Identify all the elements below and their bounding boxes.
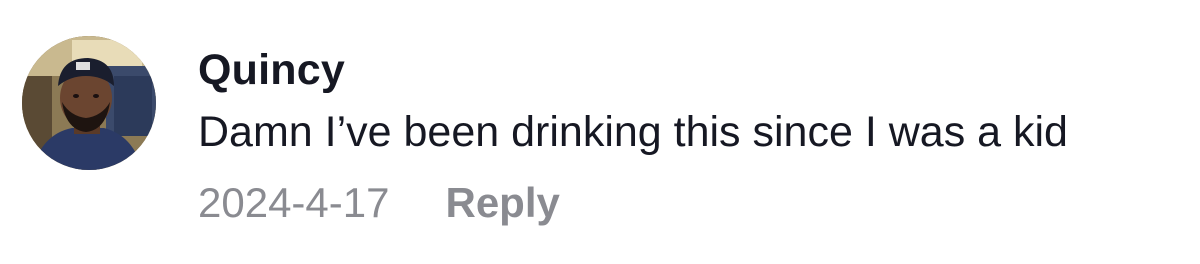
avatar-image — [22, 36, 156, 170]
comment-date: 2024-4-17 — [198, 179, 390, 226]
comment-meta: 2024-4-17 Reply — [198, 178, 1200, 228]
reply-button[interactable]: Reply — [445, 178, 559, 228]
avatar[interactable] — [22, 36, 156, 170]
comment-body: Quincy Damn I’ve been drinking this sinc… — [198, 44, 1200, 228]
comment-username[interactable]: Quincy — [198, 44, 1200, 96]
comment-item: Quincy Damn I’ve been drinking this sinc… — [0, 0, 1200, 264]
comment-text: Damn I’ve been drinking this since I was… — [198, 108, 1068, 156]
